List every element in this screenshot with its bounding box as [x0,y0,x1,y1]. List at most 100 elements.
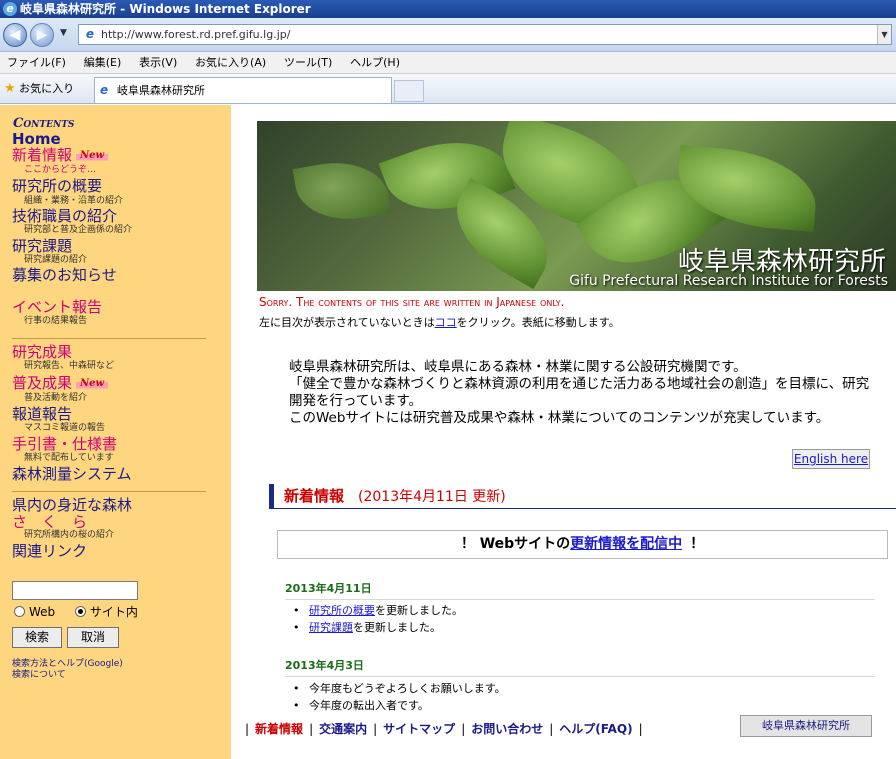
favorites-label: お気に入り [19,82,75,95]
menu-tools[interactable]: ツール(T) [277,52,339,74]
sidebar-notice: 左に目次が表示されていないときはココをクリック。表紙に移動します。 [259,314,620,330]
footer-link-contact[interactable]: お問い合わせ [471,722,543,736]
menu-view[interactable]: 表示(V) [132,52,184,74]
sidebar-sub: 研究所構内の桜の紹介 [24,530,115,540]
window-title: 岐阜県森林研究所 - Windows Internet Explorer [20,2,311,16]
sidebar-item-staff[interactable]: 技術職員の紹介 [12,208,117,225]
footer-link-access[interactable]: 交通案内 [319,722,367,736]
radio-site[interactable] [74,606,86,617]
news-list: 研究所の概要を更新しました。 研究課題を更新しました。 [309,602,463,636]
news-date: 2013年4月11日 [285,580,875,600]
footer-home-button[interactable]: 岐阜県森林研究所 [740,715,872,737]
footer-links: | 新着情報 | 交通案内 | サイトマップ | お問い合わせ | ヘルプ(FAQ) | [239,720,649,737]
recent-pages-dropdown-icon[interactable]: ▼ [60,28,67,38]
sidebar-sub: 研究報告、中森研など [24,361,115,371]
footer-nav: | 新着情報 | 交通案内 | サイトマップ | お問い合わせ | ヘルプ(FAQ) | 岐阜県森林… [231,715,896,741]
sidebar-item-results[interactable]: 研究成果 [12,344,72,361]
search-scope: Web サイト内 [14,603,138,620]
notice-text: をクリック。表紙に移動します。 [456,316,620,329]
search-about-link[interactable]: 検索について [12,667,66,680]
intro-line: 「健全で豊かな森林づくりと森林資源の利用を通じた活力ある地域社会の創造」を目標に… [289,376,870,409]
sidebar-item-survey-system[interactable]: 森林測量システム [12,466,132,483]
list-item: 研究所の概要を更新しました。 [309,602,463,619]
search-button[interactable]: 検索 [12,627,62,648]
separator: | [309,722,314,736]
separator: | [549,722,554,736]
footer-link-sitemap[interactable]: サイトマップ [383,722,455,736]
sidebar-divider [12,338,206,339]
sidebar-item-local-forests[interactable]: 県内の身近な森林 [12,497,132,514]
sidebar-divider [12,491,206,492]
list-item: 今年度もどうぞよろしくお願いします。 [309,680,506,697]
menu-bar: ファイル(F) 編集(E) 表示(V) お気に入り(A) ツール(T) ヘルプ(… [0,52,896,74]
separator: | [638,722,643,736]
menu-favorites[interactable]: お気に入り(A) [188,52,273,74]
sidebar-item-links[interactable]: 関連リンク [12,543,87,560]
sidebar-sub: 研究部と普及企画係の紹介 [24,225,133,235]
menu-file[interactable]: ファイル(F) [0,52,73,74]
back-button[interactable]: ◀ [3,23,27,47]
sidebar-heading: Contents [13,116,75,131]
sidebar-item-press[interactable]: 報道報告 [12,406,72,423]
new-tab-button[interactable] [394,80,424,102]
english-button[interactable]: English here [792,449,870,469]
sidebar-item-news[interactable]: 新着情報 New [12,147,109,164]
sidebar-item-manuals[interactable]: 手引書・仕様書 [12,436,117,453]
sidebar-item-recruitment[interactable]: 募集のお知らせ [12,267,117,284]
news-link[interactable]: 研究所の概要 [309,604,375,617]
main-content: 岐阜県森林研究所 Gifu Prefectural Research Insti… [231,105,896,759]
list-item: 研究課題を更新しました。 [309,619,463,636]
search-input[interactable] [12,581,138,600]
sidebar-sub: ここからどうぞ… [24,165,97,175]
sidebar-item-overview[interactable]: 研究所の概要 [12,178,102,195]
news-date: 2013年4月3日 [285,657,875,677]
forward-button[interactable]: ▶ [30,23,54,47]
separator: | [373,722,378,736]
favorites-button[interactable]: ★ お気に入り [4,80,74,98]
sidebar-sub: 研究課題の紹介 [24,255,88,265]
menu-help[interactable]: ヘルプ(H) [343,52,407,74]
sidebar-sub: 組織・業務・沿革の紹介 [24,196,124,206]
sidebar-item-extension[interactable]: 普及成果 New [12,375,109,392]
address-bar[interactable]: e http://www.forest.rd.pref.gifu.lg.jp/ … [78,24,892,45]
cancel-button[interactable]: 取消 [67,627,119,648]
sidebar-item-events[interactable]: イベント報告 [12,299,102,316]
rss-link[interactable]: 更新情報を配信中 [570,536,682,552]
separator: | [461,722,466,736]
news-list: 今年度もどうぞよろしくお願いします。 今年度の転出入者です。 [309,680,506,714]
radio-site-label: サイト内 [89,605,138,619]
news-heading: 新着情報 (2013年4月11日 更新) [269,484,896,509]
radio-web-label: Web [29,605,56,619]
list-item: 今年度の転出入者です。 [309,697,506,714]
news-text: 今年度もどうぞよろしくお願いします。 [309,682,506,695]
browser-tab[interactable]: e 岐阜県森林研究所 [94,77,392,103]
tab-page-icon: e [100,83,109,97]
news-text: 今年度の転出入者です。 [309,699,429,712]
footer-link-help[interactable]: ヘルプ(FAQ) [559,722,632,736]
menu-edit[interactable]: 編集(E) [77,52,129,74]
rss-suffix: ！ [690,536,705,552]
address-dropdown-icon[interactable]: ▼ [877,25,891,44]
sidebar-sub: 無料で配布しています [24,453,114,463]
sidebar-item-research-topics[interactable]: 研究課題 [12,238,72,255]
new-badge: New [76,375,109,392]
ie-logo-icon: e [3,2,17,16]
sidebar-sub: 普及活動を紹介 [24,393,88,403]
banner-title-en: Gifu Prefectural Research Institute for … [569,273,888,289]
intro-line: 岐阜県森林研究所は、岐阜県にある森林・林業に関する公設研究機関です。 [289,359,747,375]
page-icon: e [85,27,95,41]
separator: | [245,722,250,736]
radio-web[interactable] [14,606,25,617]
intro-line: このWebサイトには研究普及成果や森林・林業についてのコンテンツが充実しています… [289,410,830,426]
favorites-bar: ★ お気に入り e 岐阜県森林研究所 [0,74,896,104]
news-text: を更新しました。 [375,604,463,617]
notice-link[interactable]: ココ [435,316,457,329]
sidebar-item-sakura[interactable]: さ く ら [12,514,87,531]
new-badge: New [76,147,109,164]
news-link[interactable]: 研究課題 [309,621,353,634]
english-link: English here [793,452,869,466]
leaf-shape [292,153,392,229]
footer-link-news[interactable]: 新着情報 [255,722,303,736]
sidebar-sub: マスコミ報道の報告 [24,423,106,433]
star-icon: ★ [4,81,16,96]
